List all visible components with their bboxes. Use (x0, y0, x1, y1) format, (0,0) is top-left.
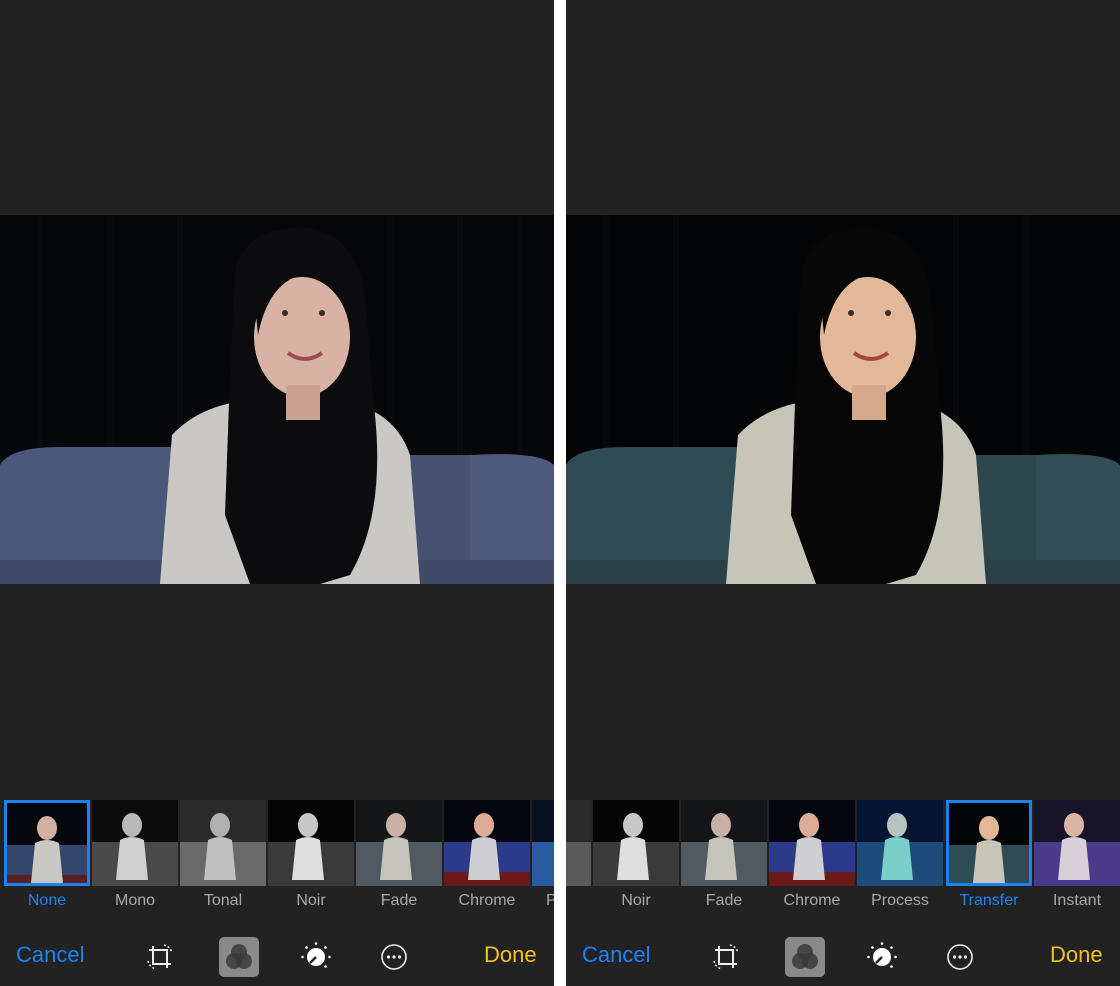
filter-thumb-p[interactable] (532, 800, 554, 886)
filter-label-tonal[interactable]: Tonal (180, 892, 266, 910)
filters-button[interactable] (785, 937, 825, 977)
filter-thumb-fade[interactable] (356, 800, 442, 886)
cancel-button[interactable]: Cancel (582, 942, 650, 968)
filter-thumb-fade[interactable] (681, 800, 767, 886)
filters-button[interactable] (219, 937, 259, 977)
done-button[interactable]: Done (1050, 942, 1103, 968)
filter-label-chrome[interactable]: Chrome (769, 892, 855, 910)
filter-label-transfer[interactable]: Transfer (946, 892, 1032, 910)
filter-label-noir[interactable]: Noir (593, 892, 679, 910)
more-button[interactable] (374, 937, 414, 977)
filter-thumb-none[interactable] (4, 800, 90, 886)
filter-thumb-chrome[interactable] (769, 800, 855, 886)
filter-label-instant[interactable]: Instant (1034, 892, 1120, 910)
more-icon (381, 944, 407, 970)
filter-thumb-transfer[interactable] (946, 800, 1032, 886)
more-button[interactable] (940, 937, 980, 977)
adjust-button[interactable] (296, 937, 336, 977)
right-editor-panel: Noir Fade Chrome Process Transfer Instan… (566, 0, 1120, 986)
panel-divider (554, 0, 566, 986)
crop-rotate-icon (147, 944, 173, 970)
filter-label-fade[interactable]: Fade (356, 892, 442, 910)
filter-labels: None Mono Tonal Noir Fade Chrome P (0, 892, 554, 912)
filter-thumb-mono[interactable] (92, 800, 178, 886)
filter-label-none[interactable]: None (4, 892, 90, 910)
filters-icon (792, 944, 818, 969)
filter-thumb-noir[interactable] (268, 800, 354, 886)
editor-toolbar: Cancel Done (0, 930, 554, 986)
filter-label-p[interactable]: P (546, 892, 554, 910)
filter-strip[interactable] (0, 800, 554, 888)
filters-icon (226, 944, 252, 969)
photo-preview-original (0, 215, 554, 584)
crop-rotate-button[interactable] (706, 937, 746, 977)
crop-rotate-button[interactable] (140, 937, 180, 977)
filter-thumb-tonal-partial[interactable] (566, 800, 591, 886)
more-icon (947, 944, 973, 970)
left-editor-panel: None Mono Tonal Noir Fade Chrome P Cance… (0, 0, 554, 986)
filter-label-chrome[interactable]: Chrome (444, 892, 530, 910)
editor-toolbar: Cancel Done (566, 930, 1120, 986)
filter-thumb-instant[interactable] (1034, 800, 1120, 886)
filter-label-mono[interactable]: Mono (92, 892, 178, 910)
filter-strip[interactable] (566, 800, 1120, 888)
filter-thumb-chrome[interactable] (444, 800, 530, 886)
done-button[interactable]: Done (484, 942, 537, 968)
filter-label-noir[interactable]: Noir (268, 892, 354, 910)
filter-thumb-noir[interactable] (593, 800, 679, 886)
filter-thumb-process[interactable] (857, 800, 943, 886)
photo-preview-filtered (566, 215, 1120, 584)
cancel-button[interactable]: Cancel (16, 942, 84, 968)
filter-thumb-tonal[interactable] (180, 800, 266, 886)
crop-rotate-icon (713, 944, 739, 970)
filter-label-process[interactable]: Process (857, 892, 943, 910)
filter-label-fade[interactable]: Fade (681, 892, 767, 910)
portrait-photo (0, 215, 554, 584)
filter-labels: Noir Fade Chrome Process Transfer Instan… (566, 892, 1120, 912)
adjust-button[interactable] (862, 937, 902, 977)
adjust-dial-icon (867, 942, 897, 968)
adjust-dial-icon (301, 942, 331, 968)
portrait-photo-transfer (566, 215, 1120, 584)
